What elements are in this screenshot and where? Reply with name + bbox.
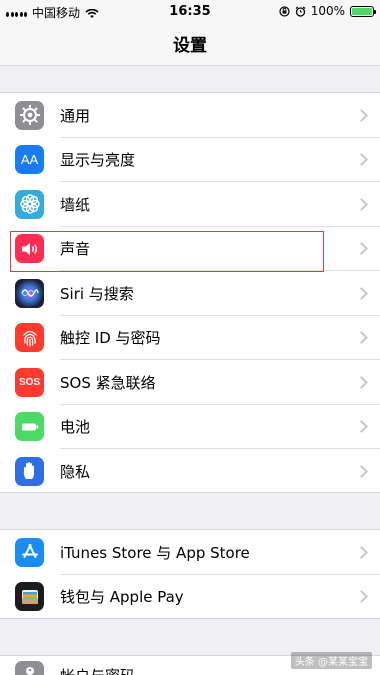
wallpaper-flower-icon (15, 189, 44, 219)
settings-row-label: 显示与亮度 (60, 151, 136, 170)
app-store-icon (15, 537, 44, 567)
status-bar: 中国移动 16:35 100% (0, 0, 380, 22)
settings-row-battery[interactable]: 电池 (0, 405, 380, 449)
settings-row-label: 电池 (60, 418, 91, 437)
settings-row-app-store[interactable]: iTunes Store 与 App Store (0, 530, 380, 575)
hand-icon (15, 456, 44, 486)
settings-group-1: 通用 AA 显示与亮度 墙纸 声音 Siri 与搜索 触控 ID 与密码 SOS… (0, 92, 380, 493)
settings-row-privacy[interactable]: 隐私 (0, 449, 380, 494)
chevron-right-icon (355, 331, 368, 345)
navigation-bar: 设置 (0, 22, 380, 66)
display-brightness-icon: AA (15, 145, 44, 175)
settings-row-label: 触控 ID 与密码 (60, 329, 161, 348)
settings-row-label: iTunes Store 与 App Store (60, 543, 250, 562)
battery-percent: 100% (310, 4, 345, 18)
orientation-lock-icon (279, 5, 290, 17)
settings-row-sounds[interactable]: 声音 (0, 227, 380, 271)
chevron-right-icon (355, 420, 368, 434)
settings-row-label: Siri 与搜索 (60, 284, 134, 303)
settings-row-wallpaper[interactable]: 墙纸 (0, 182, 380, 227)
chevron-right-icon (355, 590, 368, 604)
settings-row-label: SOS 紧急联络 (60, 373, 156, 392)
chevron-right-icon (355, 545, 368, 559)
chevron-right-icon (355, 108, 368, 122)
chevron-right-icon (355, 286, 368, 300)
key-icon (15, 660, 44, 675)
battery-icon (15, 412, 44, 442)
page-title: 设置 (173, 36, 207, 56)
settings-row-wallet[interactable]: 钱包与 Apple Pay (0, 575, 380, 620)
fingerprint-icon (15, 323, 44, 353)
gear-icon (15, 100, 44, 130)
settings-row-sos[interactable]: SOS SOS 紧急联络 (0, 360, 380, 405)
battery-icon (350, 5, 376, 17)
chevron-right-icon (355, 375, 368, 389)
settings-row-label: 钱包与 Apple Pay (60, 588, 184, 607)
siri-icon (15, 278, 44, 308)
watermark: 头条 @某某宝宝 (290, 652, 372, 669)
settings-row-siri[interactable]: Siri 与搜索 (0, 271, 380, 316)
chevron-right-icon (355, 153, 368, 167)
chevron-right-icon (355, 197, 368, 211)
settings-row-label: 帐户与密码 (60, 665, 135, 675)
chevron-right-icon (355, 464, 368, 478)
settings-row-general[interactable]: 通用 (0, 93, 380, 138)
sos-icon: SOS (15, 367, 44, 397)
status-right: 100% (279, 4, 376, 18)
alarm-icon (295, 6, 306, 17)
settings-row-label: 隐私 (60, 462, 91, 481)
settings-row-label: 声音 (60, 240, 91, 259)
settings-row-touch-id[interactable]: 触控 ID 与密码 (0, 316, 380, 360)
settings-row-label: 通用 (60, 106, 91, 125)
chevron-right-icon (355, 242, 368, 256)
settings-group-2: iTunes Store 与 App Store 钱包与 Apple Pay (0, 529, 380, 619)
wallet-icon (15, 582, 44, 612)
settings-row-display[interactable]: AA 显示与亮度 (0, 138, 380, 182)
speaker-icon (15, 234, 44, 264)
settings-row-label: 墙纸 (60, 195, 91, 214)
